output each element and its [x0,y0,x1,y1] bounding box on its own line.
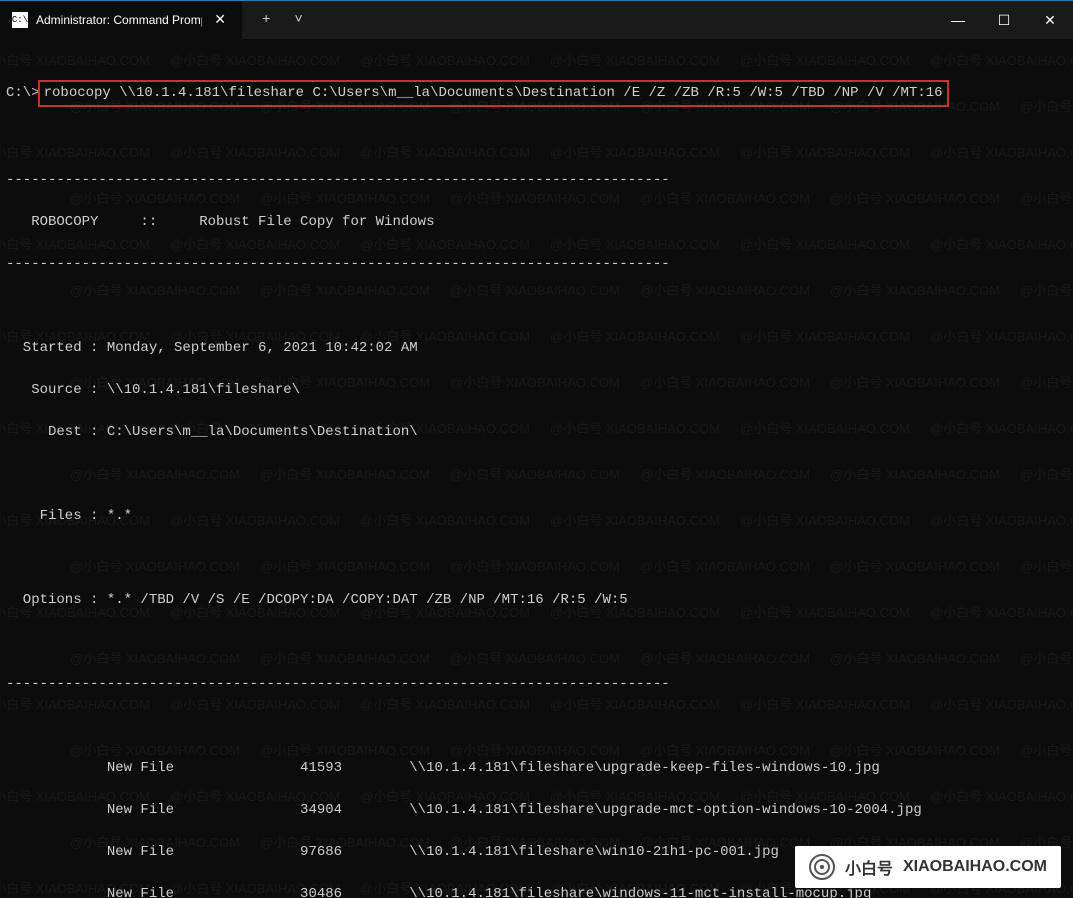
minimize-button[interactable]: — [935,1,981,39]
cmd-icon: C:\ [12,12,28,28]
divider: ----------------------------------------… [6,254,1067,275]
branding-cn: 小白号 [845,855,893,879]
titlebar: C:\ Administrator: Command Promp ✕ + ˅ —… [0,0,1073,39]
maximize-button[interactable]: ☐ [981,1,1027,39]
info-options: Options : *.* /TBD /V /S /E /DCOPY:DA /C… [6,590,1067,611]
tab-title: Administrator: Command Promp [36,13,202,27]
command-highlight: robocopy \\10.1.4.181\fileshare C:\Users… [38,80,949,107]
file-line: New File 41593 \\10.1.4.181\fileshare\up… [6,758,1067,779]
robocopy-header: ROBOCOPY :: Robust File Copy for Windows [6,212,1067,233]
prompt: C:\> [6,85,40,101]
broadcast-icon [809,854,835,880]
branding-en: XIAOBAIHAO.COM [903,858,1047,876]
new-tab-button[interactable]: + [252,6,280,34]
info-dest: Dest : C:\Users\m__la\Documents\Destinat… [6,422,1067,443]
tab-controls: + ˅ [242,6,313,34]
close-button[interactable]: ✕ [1027,1,1073,39]
tab-dropdown-button[interactable]: ˅ [284,6,312,34]
info-files: Files : *.* [6,506,1067,527]
info-source: Source : \\10.1.4.181\fileshare\ [6,380,1067,401]
info-started: Started : Monday, September 6, 2021 10:4… [6,338,1067,359]
divider: ----------------------------------------… [6,674,1067,695]
tab-close-button[interactable]: ✕ [210,12,230,29]
terminal-output[interactable]: C:\>robocopy \\10.1.4.181\fileshare C:\U… [0,39,1073,898]
divider: ----------------------------------------… [6,170,1067,191]
tab-cmd[interactable]: C:\ Administrator: Command Promp ✕ [0,1,242,39]
window-controls: — ☐ ✕ [935,1,1073,39]
file-line: New File 34904 \\10.1.4.181\fileshare\up… [6,800,1067,821]
branding-logo: 小白号 XIAOBAIHAO.COM [795,846,1061,888]
